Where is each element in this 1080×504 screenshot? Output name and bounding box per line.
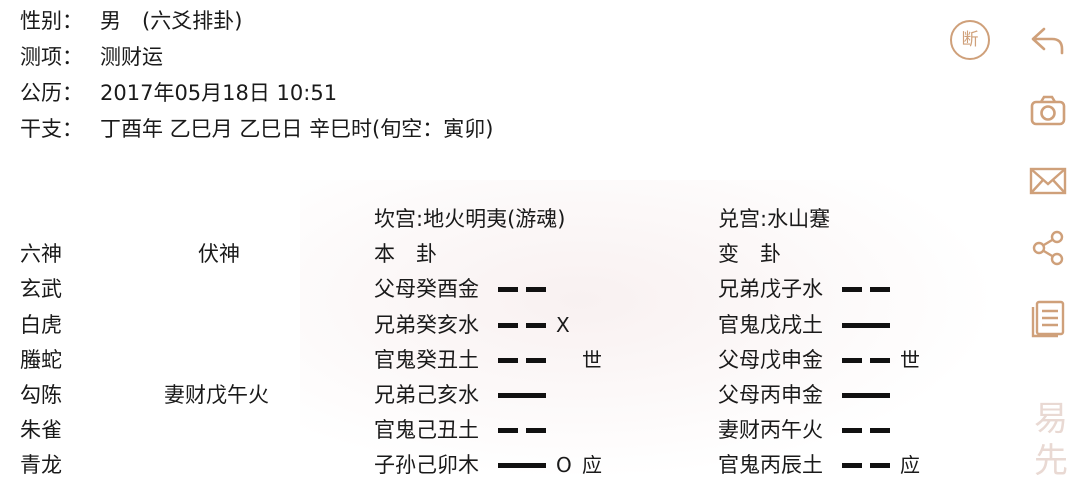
- back-icon[interactable]: [1028, 20, 1068, 60]
- yao-segment: [526, 287, 546, 292]
- bengua-yao-name: 官鬼癸丑土: [374, 348, 479, 372]
- duan-label: 断: [961, 30, 979, 50]
- bengua-yin-line: [498, 428, 546, 433]
- liushen-header: 六神: [20, 242, 62, 266]
- document-icon[interactable]: [1028, 298, 1068, 338]
- duan-button[interactable]: 断: [950, 20, 990, 60]
- biangua-yang-line: [842, 323, 890, 328]
- liushen-cell: 勾陈: [20, 383, 62, 407]
- yao-segment: [526, 358, 546, 363]
- gender-row: 性别： 男 (六爻排卦): [20, 6, 242, 36]
- biangua-title: 兑宫:水山蹇: [718, 207, 831, 231]
- biangua-yao-name: 官鬼丙辰土: [718, 453, 823, 477]
- shi-ying-mark: 世: [582, 348, 602, 372]
- bengua-yin-line: [498, 287, 546, 292]
- yao-segment: [498, 287, 518, 292]
- bengua-title: 坎宫:地火明夷(游魂): [374, 207, 566, 231]
- yao-segment: [842, 323, 890, 328]
- gender-value: 男 (六爻排卦): [100, 9, 243, 33]
- bengua-yao-name: 兄弟癸亥水: [374, 313, 479, 337]
- yao-segment: [498, 463, 546, 468]
- share-icon[interactable]: [1028, 228, 1068, 268]
- liushen-cell: 白虎: [20, 313, 62, 337]
- yao-segment: [842, 428, 862, 433]
- yao-segment: [526, 323, 546, 328]
- shi-ying-mark: 世: [900, 348, 920, 372]
- bengua-yang-line: [498, 463, 546, 468]
- yao-segment: [842, 287, 862, 292]
- date-label: 公历：: [20, 81, 83, 105]
- yao-segment: [842, 358, 862, 363]
- shi-ying-mark: 应: [900, 453, 920, 477]
- gender-label: 性别：: [20, 9, 83, 33]
- date-row: 公历： 2017年05月18日 10:51: [20, 78, 337, 108]
- bengua-yao-name: 官鬼己丑土: [374, 418, 479, 442]
- biangua-yao-name: 父母丙申金: [718, 383, 823, 407]
- biangua-yang-line: [842, 393, 890, 398]
- yao-segment: [870, 463, 890, 468]
- yao-segment: [842, 463, 862, 468]
- biangua-yin-line: [842, 463, 890, 468]
- ganzhi-row: 干支： 丁酉年 乙巳月 乙巳日 辛巳时(旬空：寅卯): [20, 114, 493, 144]
- watermark: 易先: [1034, 398, 1076, 488]
- topic-row: 测项： 测财运: [20, 42, 163, 72]
- ganzhi-value: 丁酉年 乙巳月 乙巳日 辛巳时(旬空：寅卯): [100, 117, 494, 141]
- bengua-yang-line: [498, 393, 546, 398]
- shi-ying-mark: 应: [582, 453, 602, 477]
- biangua-yao-name: 兄弟戊子水: [718, 277, 823, 301]
- bengua-yin-line: [498, 358, 546, 363]
- topic-label: 测项：: [20, 45, 83, 69]
- yao-segment: [498, 393, 546, 398]
- biangua-yin-line: [842, 287, 890, 292]
- moving-line-mark: X: [556, 313, 570, 337]
- biangua-yin-line: [842, 358, 890, 363]
- biangua-yin-line: [842, 428, 890, 433]
- fushen-header: 伏神: [198, 242, 240, 266]
- biangua-header: 变 卦: [718, 242, 781, 266]
- bengua-header: 本 卦: [374, 242, 437, 266]
- camera-icon[interactable]: [1028, 90, 1068, 130]
- bengua-yao-name: 子孙己卯木: [374, 453, 479, 477]
- yao-segment: [870, 287, 890, 292]
- yao-segment: [498, 358, 518, 363]
- liushen-cell: 玄武: [20, 277, 62, 301]
- biangua-yao-name: 妻财丙午火: [718, 418, 823, 442]
- watermark-text: 易先: [1034, 399, 1068, 481]
- topic-value: 测财运: [100, 45, 163, 69]
- yao-segment: [498, 428, 518, 433]
- liushen-cell: 螣蛇: [20, 348, 62, 372]
- yao-segment: [842, 393, 890, 398]
- biangua-yao-name: 父母戊申金: [718, 348, 823, 372]
- fushen-cell: 妻财戊午火: [164, 383, 269, 407]
- bengua-yin-line: [498, 323, 546, 328]
- yao-segment: [870, 428, 890, 433]
- liushen-cell: 青龙: [20, 453, 62, 477]
- ganzhi-label: 干支：: [20, 117, 83, 141]
- biangua-yao-name: 官鬼戊戌土: [718, 313, 823, 337]
- yao-segment: [498, 323, 518, 328]
- yao-segment: [870, 358, 890, 363]
- liushen-cell: 朱雀: [20, 418, 62, 442]
- yao-segment: [526, 428, 546, 433]
- bengua-yao-name: 兄弟己亥水: [374, 383, 479, 407]
- bengua-yao-name: 父母癸酉金: [374, 277, 479, 301]
- date-value: 2017年05月18日 10:51: [100, 81, 338, 105]
- mail-icon[interactable]: [1028, 160, 1068, 200]
- moving-line-mark: O: [556, 453, 572, 477]
